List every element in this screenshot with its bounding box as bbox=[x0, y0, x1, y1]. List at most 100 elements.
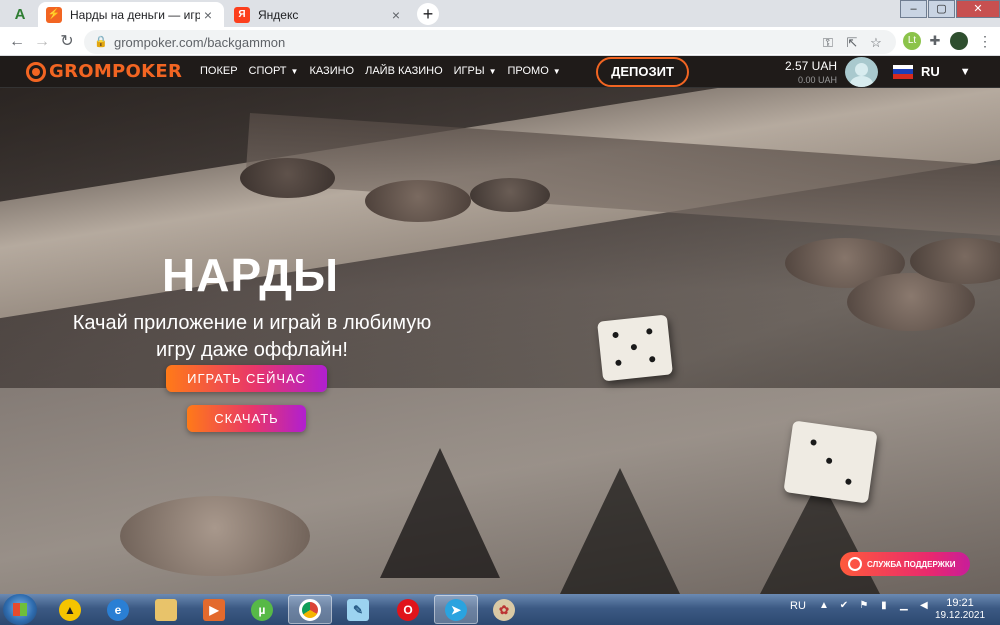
logo-mark-icon bbox=[26, 61, 46, 82]
nav-label: ПРОМО bbox=[507, 65, 549, 77]
die-pip bbox=[845, 478, 852, 486]
checker bbox=[365, 180, 471, 222]
taskbar-app[interactable]: ✿ bbox=[482, 595, 526, 624]
die-pip bbox=[810, 439, 817, 446]
checker bbox=[240, 158, 335, 198]
close-window-button[interactable]: ✕ bbox=[956, 0, 1000, 18]
taskbar-app[interactable]: O bbox=[386, 595, 430, 624]
taskbar-app[interactable]: µ bbox=[240, 595, 284, 624]
caret-down-icon: ▼ bbox=[552, 66, 561, 76]
network-signal-icon[interactable]: ▁ bbox=[898, 600, 910, 612]
taskbar-app[interactable] bbox=[288, 595, 332, 624]
yandex-favicon-icon: Я bbox=[234, 6, 250, 23]
reload-button[interactable]: ↻ bbox=[56, 31, 78, 53]
taskbar-app[interactable]: ➤ bbox=[434, 595, 478, 624]
hero-title: НАРДЫ bbox=[162, 249, 340, 301]
nav-games[interactable]: ИГРЫ ▼ bbox=[454, 65, 497, 77]
tab-close-icon[interactable]: × bbox=[388, 7, 404, 23]
die-pip bbox=[630, 343, 638, 351]
caret-down-icon: ▼ bbox=[488, 66, 497, 76]
board-point bbox=[380, 448, 500, 578]
minimize-button[interactable]: – bbox=[900, 0, 927, 18]
tab-title: Яндекс bbox=[258, 7, 299, 22]
balance[interactable]: 2.57 UAH 0.00 UAH bbox=[785, 59, 837, 85]
extension-lt-icon[interactable]: Lt bbox=[903, 32, 921, 50]
taskbar-app[interactable] bbox=[144, 595, 188, 624]
logo-text: GROMPOKER bbox=[49, 61, 183, 82]
nav-label: ИГРЫ bbox=[453, 65, 485, 77]
grompoker-logo[interactable]: GROMPOKER bbox=[26, 61, 182, 82]
play-now-button[interactable]: ИГРАТЬ СЕЙЧАС bbox=[166, 365, 327, 392]
language-selector[interactable]: RU ▼ bbox=[893, 64, 971, 79]
clock[interactable]: 19:21 19.12.2021 bbox=[935, 597, 985, 621]
internet-explorer-icon: e bbox=[107, 598, 129, 621]
tab-close-icon[interactable]: × bbox=[200, 7, 216, 23]
die-pip bbox=[612, 331, 619, 339]
nav-label: СПОРТ bbox=[248, 65, 287, 77]
utorrent-icon: µ bbox=[251, 598, 273, 621]
bookmark-star-icon[interactable]: ☆ bbox=[868, 35, 884, 51]
headset-icon bbox=[848, 557, 862, 571]
app-launcher-icon[interactable]: A bbox=[8, 4, 32, 24]
extensions-puzzle-icon[interactable]: ✚ bbox=[926, 32, 944, 50]
die-pip bbox=[648, 355, 656, 363]
taskbar: ▲ e ▶ µ ✎ O ➤ ✿ RU ▲ ✔ ⚑ ▮ ▁ ◀ 19:21 19.… bbox=[0, 594, 1000, 625]
file-explorer-icon bbox=[155, 598, 177, 621]
site-header: GROMPOKER ПОКЕР СПОРТ ▼ КАЗИНО ЛАЙВ КАЗИН… bbox=[0, 56, 1000, 88]
die bbox=[597, 314, 673, 382]
security-icon[interactable]: ✔ bbox=[838, 600, 850, 612]
battery-icon[interactable]: ▮ bbox=[878, 600, 890, 612]
die bbox=[783, 420, 878, 504]
start-button[interactable] bbox=[3, 594, 37, 625]
main-nav: ПОКЕР СПОРТ ▼ КАЗИНО ЛАЙВ КАЗИНО ИГРЫ ▼ ПР… bbox=[200, 65, 572, 77]
bonus-balance: 0.00 UAH bbox=[797, 75, 837, 85]
input-language[interactable]: RU bbox=[790, 600, 806, 612]
aimp-icon: ▲ bbox=[59, 598, 81, 621]
hero-banner: НАРДЫ Качай приложение и играй в любимую… bbox=[0, 88, 1000, 594]
balance-amount: 2.57 UAH bbox=[784, 59, 837, 73]
maximize-button[interactable]: ▢ bbox=[928, 0, 955, 18]
nav-promo[interactable]: ПРОМО ▼ bbox=[508, 65, 561, 77]
warning-icon[interactable]: ▲ bbox=[818, 600, 830, 612]
russia-flag-icon bbox=[893, 64, 913, 79]
nav-casino[interactable]: КАЗИНО bbox=[309, 65, 354, 77]
nav-poker[interactable]: ПОКЕР bbox=[200, 65, 238, 77]
taskbar-app[interactable]: e bbox=[96, 595, 140, 624]
lock-icon[interactable]: 🔒 bbox=[94, 35, 108, 49]
nav-live-casino[interactable]: ЛАЙВ КАЗИНО bbox=[365, 65, 443, 77]
opera-icon: O bbox=[397, 598, 419, 621]
browser-toolbar: ← → ↻ 🔒 grompoker.com/backgammon ⚿ ⇱ ☆ L… bbox=[0, 27, 1000, 56]
checker bbox=[120, 496, 310, 576]
user-avatar[interactable] bbox=[845, 57, 878, 87]
address-bar[interactable]: 🔒 grompoker.com/backgammon ⚿ ⇱ ☆ bbox=[84, 30, 896, 54]
taskbar-app[interactable]: ▶ bbox=[192, 595, 236, 624]
paint-icon: ✿ bbox=[493, 598, 515, 621]
die-pip bbox=[646, 328, 653, 335]
key-icon[interactable]: ⚿ bbox=[820, 35, 836, 51]
new-tab-button[interactable]: + bbox=[417, 3, 439, 25]
action-center-flag-icon[interactable]: ⚑ bbox=[858, 600, 870, 612]
taskbar-app[interactable]: ▲ bbox=[48, 595, 92, 624]
avatar-head bbox=[855, 63, 868, 76]
hero-subtitle: Качай приложение и играй в любимую игру … bbox=[72, 312, 432, 361]
tab-grompoker[interactable]: ⚡ Нарды на деньги — играть в на × bbox=[38, 2, 224, 27]
telegram-icon: ➤ bbox=[445, 598, 467, 621]
taskbar-app[interactable]: ✎ bbox=[336, 595, 380, 624]
download-button[interactable]: СКАЧАТЬ bbox=[187, 405, 306, 432]
avatar-body bbox=[850, 76, 873, 87]
forward-button[interactable]: → bbox=[31, 31, 53, 53]
back-button[interactable]: ← bbox=[6, 31, 28, 53]
nav-label: ЛАЙВ КАЗИНО bbox=[365, 65, 443, 77]
tab-yandex[interactable]: Я Яндекс × bbox=[226, 2, 412, 27]
profile-avatar-icon[interactable] bbox=[950, 32, 968, 50]
menu-kebab-icon[interactable]: ⋮ bbox=[976, 32, 994, 50]
die-pip bbox=[615, 359, 622, 367]
support-button[interactable]: СЛУЖБА ПОДДЕРЖКИ bbox=[840, 552, 970, 576]
support-label: СЛУЖБА ПОДДЕРЖКИ bbox=[867, 559, 956, 569]
media-player-icon: ▶ bbox=[203, 598, 225, 621]
share-icon[interactable]: ⇱ bbox=[844, 35, 860, 51]
deposit-button[interactable]: ДЕПОЗИТ bbox=[596, 57, 689, 87]
nav-sport[interactable]: СПОРТ ▼ bbox=[249, 65, 299, 77]
clock-time: 19:21 bbox=[946, 597, 974, 609]
volume-icon[interactable]: ◀ bbox=[918, 600, 930, 612]
